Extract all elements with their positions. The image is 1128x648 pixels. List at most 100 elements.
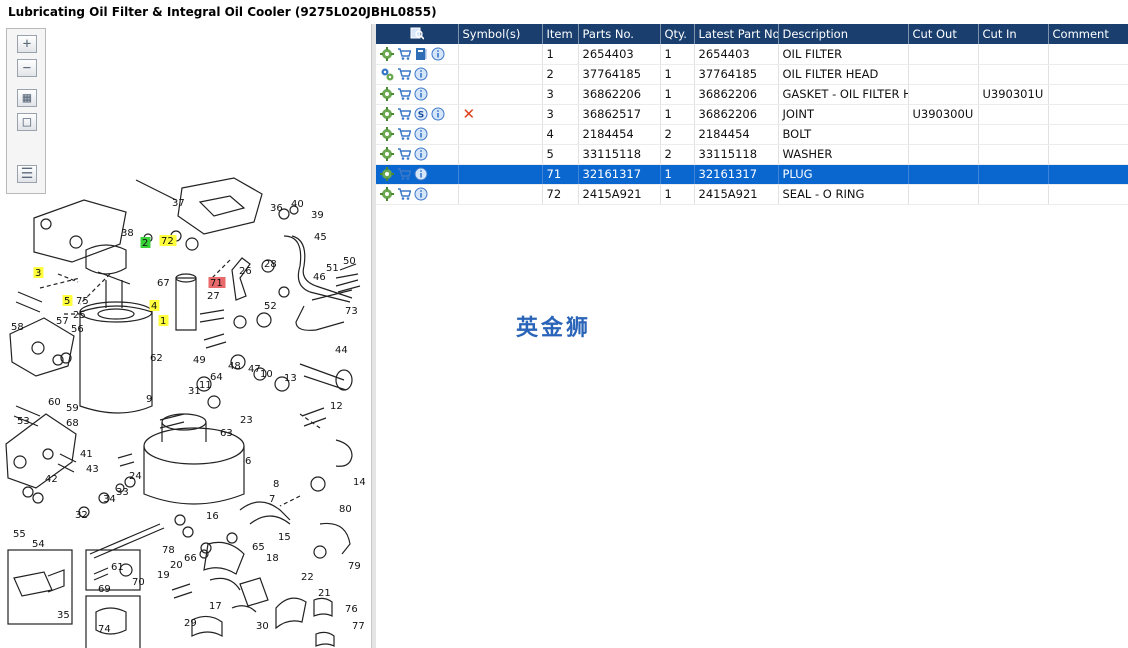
table-row[interactable]: S ✕ 3 36862517 1 36862206 JOINT U390300U: [376, 104, 1128, 125]
table-row[interactable]: 71 32161317 1 32161317 PLUG: [376, 164, 1128, 185]
fit-page-button[interactable]: ▦: [17, 89, 37, 107]
callout-9[interactable]: 9: [146, 394, 152, 405]
callout-30[interactable]: 30: [256, 621, 269, 632]
callout-51[interactable]: 51: [326, 263, 339, 274]
add-to-cart-icon[interactable]: [397, 107, 411, 121]
callout-22[interactable]: 22: [301, 572, 314, 583]
callout-80[interactable]: 80: [339, 504, 352, 515]
callout-38[interactable]: 38: [121, 228, 134, 239]
part-gear-icon[interactable]: [380, 87, 394, 101]
callout-71[interactable]: 71: [208, 277, 226, 289]
callout-46[interactable]: 46: [313, 272, 326, 283]
callout-53[interactable]: 53: [17, 416, 30, 427]
info-icon[interactable]: [414, 127, 428, 141]
header-item[interactable]: Item: [542, 24, 579, 44]
callout-6[interactable]: 6: [245, 456, 251, 467]
search-parts-icon[interactable]: [410, 26, 424, 40]
zoom-in-button[interactable]: +: [17, 35, 37, 53]
callout-56[interactable]: 56: [71, 324, 84, 335]
callout-62[interactable]: 62: [150, 353, 163, 364]
callout-27[interactable]: 27: [207, 291, 220, 302]
callout-77[interactable]: 77: [352, 621, 365, 632]
table-row[interactable]: 5 33115118 2 33115118 WASHER: [376, 144, 1128, 165]
callout-12[interactable]: 12: [330, 401, 343, 412]
actual-size-button[interactable]: □: [17, 113, 37, 131]
callout-72[interactable]: 72: [159, 235, 177, 247]
part-gear-icon[interactable]: [380, 107, 394, 121]
manual-book-icon[interactable]: [414, 47, 428, 61]
callout-76[interactable]: 76: [345, 604, 358, 615]
callout-59[interactable]: 59: [66, 403, 79, 414]
header-qty[interactable]: Qty.: [660, 24, 695, 44]
callout-5[interactable]: 5: [62, 295, 73, 307]
callout-44[interactable]: 44: [335, 345, 348, 356]
info-icon[interactable]: [414, 67, 428, 81]
callout-26[interactable]: 26: [239, 266, 252, 277]
header-comment[interactable]: Comment: [1048, 24, 1128, 44]
callout-43[interactable]: 43: [86, 464, 99, 475]
header-latest-part-no[interactable]: Latest Part No.: [694, 24, 779, 44]
callout-21[interactable]: 21: [318, 588, 331, 599]
part-gear-icon[interactable]: [380, 46, 394, 61]
list-view-button[interactable]: ☰: [17, 165, 37, 183]
callout-42[interactable]: 42: [45, 474, 58, 485]
callout-18[interactable]: 18: [266, 553, 279, 564]
callout-8[interactable]: 8: [273, 479, 279, 490]
callout-63[interactable]: 63: [220, 428, 233, 439]
callout-29[interactable]: 29: [184, 618, 197, 629]
callout-23[interactable]: 23: [240, 415, 253, 426]
callout-55[interactable]: 55: [13, 529, 26, 540]
info-icon[interactable]: [414, 87, 428, 101]
table-row[interactable]: 1 2654403 1 2654403 OIL FILTER: [376, 44, 1128, 65]
callout-48[interactable]: 48: [228, 361, 241, 372]
diagram-pane[interactable]: 37 36 40 39 45 38 2 72 71 3 4 5 1 75 67 26 28 46 50 51 73 27 5…: [0, 24, 372, 648]
info-icon[interactable]: [414, 167, 428, 181]
callout-34[interactable]: 34: [103, 494, 116, 505]
callout-70[interactable]: 70: [132, 577, 145, 588]
header-cut-in[interactable]: Cut In: [978, 24, 1049, 44]
callout-35[interactable]: 35: [57, 610, 70, 621]
callout-13[interactable]: 13: [284, 373, 297, 384]
add-to-cart-icon[interactable]: [397, 87, 411, 101]
callout-32[interactable]: 32: [75, 510, 88, 521]
callout-60[interactable]: 60: [48, 397, 61, 408]
callout-36[interactable]: 36: [270, 203, 283, 214]
supersession-icon[interactable]: S: [414, 107, 428, 121]
callout-2[interactable]: 2: [140, 237, 151, 249]
callout-57[interactable]: 57: [56, 316, 69, 327]
add-to-cart-icon[interactable]: [397, 67, 411, 81]
callout-28[interactable]: 28: [264, 259, 277, 270]
part-gear-icon[interactable]: [380, 147, 394, 161]
callout-33[interactable]: 33: [116, 487, 129, 498]
callout-11[interactable]: 11: [199, 380, 212, 391]
callout-54[interactable]: 54: [32, 539, 45, 550]
callout-1[interactable]: 1: [158, 315, 169, 327]
callout-74[interactable]: 74: [98, 624, 111, 635]
callout-65[interactable]: 65: [252, 542, 265, 553]
table-row[interactable]: 72 2415A921 1 2415A921 SEAL - O RING: [376, 184, 1128, 205]
callout-78[interactable]: 78: [162, 545, 175, 556]
callout-50[interactable]: 50: [343, 256, 356, 267]
callout-68[interactable]: 68: [66, 418, 79, 429]
callout-58[interactable]: 58: [11, 322, 24, 333]
callout-40[interactable]: 40: [291, 199, 304, 210]
add-to-cart-icon[interactable]: [397, 47, 411, 61]
callout-3[interactable]: 3: [33, 267, 44, 279]
add-to-cart-icon[interactable]: [397, 187, 411, 201]
callout-16[interactable]: 16: [206, 511, 219, 522]
callout-25[interactable]: 25: [73, 310, 86, 321]
callout-15[interactable]: 15: [278, 532, 291, 543]
callout-47[interactable]: 47: [248, 364, 261, 375]
callout-24[interactable]: 24: [129, 471, 142, 482]
callout-73[interactable]: 73: [345, 306, 358, 317]
callout-7[interactable]: 7: [269, 494, 275, 505]
info-icon[interactable]: [431, 47, 445, 61]
zoom-out-button[interactable]: −: [17, 59, 37, 77]
part-gear-icon[interactable]: [380, 167, 394, 181]
callout-14[interactable]: 14: [353, 477, 366, 488]
callout-31[interactable]: 31: [188, 386, 201, 397]
callout-41[interactable]: 41: [80, 449, 93, 460]
add-to-cart-icon[interactable]: [397, 147, 411, 161]
callout-67[interactable]: 67: [157, 278, 170, 289]
add-to-cart-icon[interactable]: [397, 167, 411, 181]
